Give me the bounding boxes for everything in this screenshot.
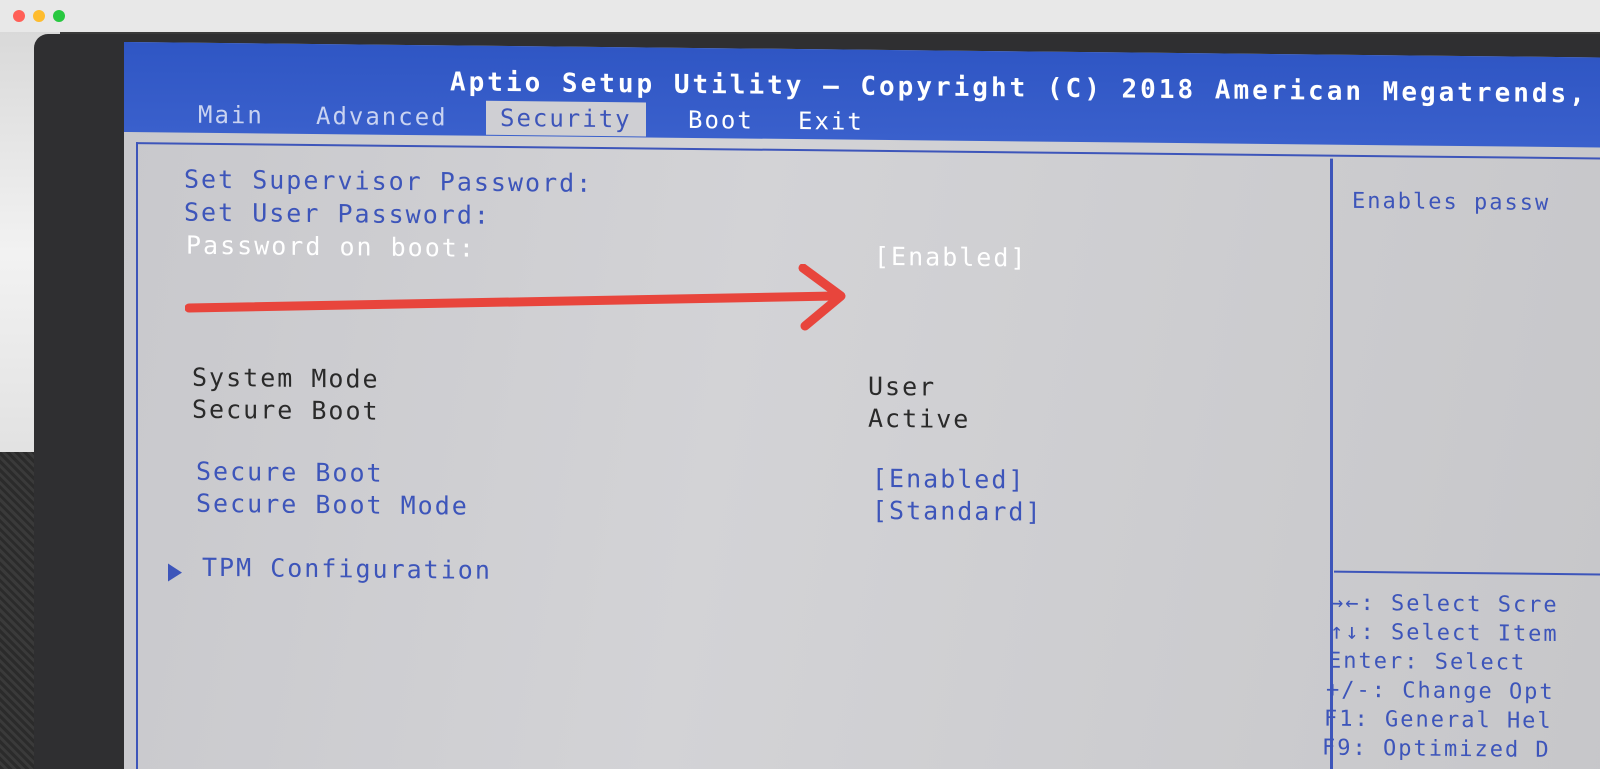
- bios-header: Aptio Setup Utility – Copyright (C) 2018…: [124, 42, 1600, 148]
- tab-boot[interactable]: Boot: [674, 103, 768, 138]
- system-mode-label: System Mode: [192, 362, 380, 394]
- system-mode-value: User: [868, 371, 937, 402]
- maximize-window-button[interactable]: [53, 10, 65, 22]
- secure-boot-mode-item[interactable]: Secure Boot Mode: [196, 489, 469, 521]
- set-user-password-item[interactable]: Set User Password:: [184, 198, 491, 230]
- set-supervisor-password-item[interactable]: Set Supervisor Password:: [184, 165, 593, 198]
- password-on-boot-value[interactable]: [Enabled]: [874, 242, 1027, 273]
- annotation-arrow-icon: [185, 264, 846, 331]
- tab-main[interactable]: Main: [184, 98, 278, 133]
- secure-boot-status-label: Secure Boot: [192, 394, 380, 426]
- tpm-configuration-item[interactable]: TPM Configuration: [202, 553, 492, 585]
- tab-exit[interactable]: Exit: [784, 104, 878, 139]
- key-help-select-screen: →←: Select Scre: [1330, 590, 1559, 619]
- key-help-enter: Enter: Select: [1328, 648, 1527, 676]
- secure-boot-item[interactable]: Secure Boot: [196, 457, 384, 488]
- secure-boot-mode-value[interactable]: [Standard]: [872, 496, 1043, 527]
- help-description: Enables passw: [1352, 188, 1551, 216]
- password-on-boot-item[interactable]: Password on boot:: [186, 231, 476, 263]
- submenu-arrow-icon: [168, 563, 182, 582]
- bios-screen: Aptio Setup Utility – Copyright (C) 2018…: [124, 42, 1600, 769]
- key-help-change-option: +/-: Change Opt: [1326, 677, 1555, 705]
- minimize-window-button[interactable]: [33, 10, 45, 22]
- tab-security[interactable]: Security: [486, 100, 646, 137]
- key-help-select-item: ↑↓: Select Item: [1330, 619, 1559, 648]
- secure-boot-value[interactable]: [Enabled]: [872, 464, 1025, 495]
- bios-photo: Aptio Setup Utility – Copyright (C) 2018…: [0, 32, 1600, 769]
- secure-boot-status-value: Active: [868, 403, 971, 434]
- tab-advanced[interactable]: Advanced: [302, 99, 462, 135]
- close-window-button[interactable]: [13, 10, 25, 22]
- window-titlebar: [0, 0, 1600, 33]
- key-help-optimized-defaults: F9: Optimized D: [1322, 735, 1551, 763]
- key-help-general-help: F1: General Hel: [1324, 706, 1553, 734]
